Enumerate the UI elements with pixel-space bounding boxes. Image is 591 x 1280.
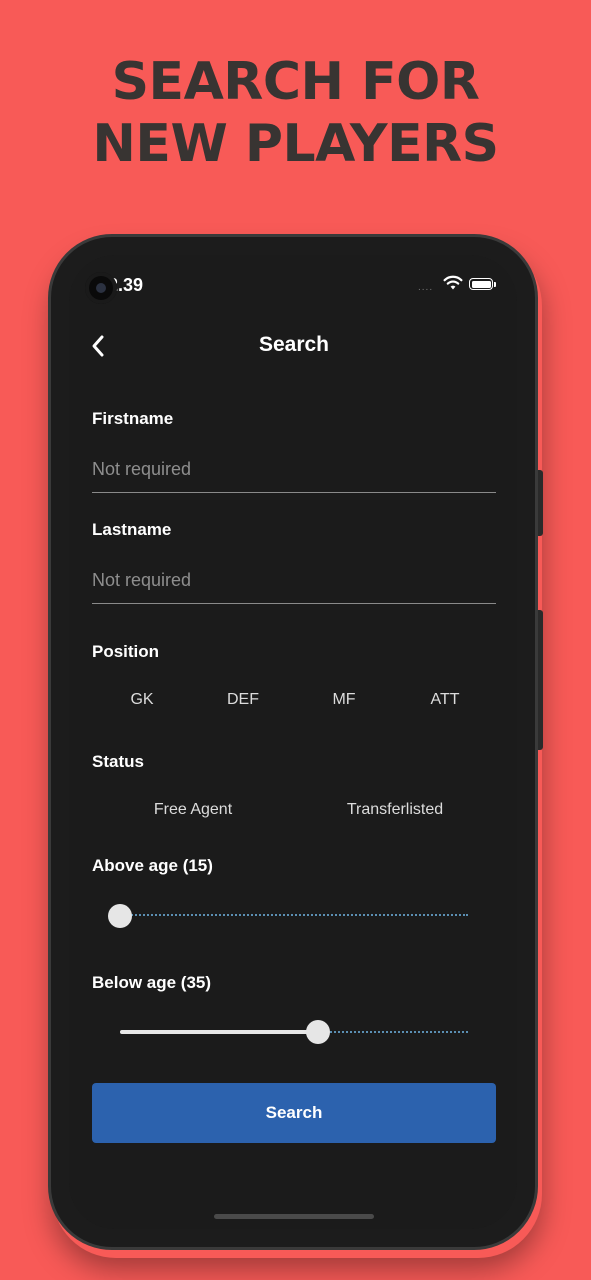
signal-dots: ....: [418, 282, 434, 293]
status-label: Status: [92, 752, 144, 771]
above-age-label: Above age (15): [92, 856, 213, 875]
firstname-label: Firstname: [92, 409, 174, 428]
position-option-mf[interactable]: MF: [314, 691, 374, 709]
below-age-fill: [120, 1030, 318, 1034]
below-age-slider[interactable]: [120, 1016, 468, 1050]
front-camera: [85, 272, 117, 304]
battery-tip: [494, 282, 496, 287]
volume-button: [538, 470, 543, 536]
below-age-label: Below age (35): [92, 973, 212, 992]
below-age-thumb[interactable]: [306, 1020, 330, 1044]
position-label: Position: [92, 642, 160, 661]
battery-icon: [469, 278, 493, 290]
status-option-transferlisted[interactable]: Transferlisted: [330, 801, 460, 819]
firstname-input[interactable]: [92, 459, 496, 493]
position-option-gk[interactable]: GK: [112, 691, 172, 709]
chevron-left-icon: [92, 335, 104, 357]
position-option-def[interactable]: DEF: [213, 691, 273, 709]
status-option-free-agent[interactable]: Free Agent: [133, 801, 253, 819]
lastname-label: Lastname: [92, 520, 172, 539]
page-title: Search: [258, 333, 330, 356]
above-age-thumb[interactable]: [108, 904, 132, 928]
above-age-track: [120, 914, 468, 916]
power-button: [538, 610, 543, 750]
above-age-slider[interactable]: [108, 899, 468, 933]
search-button[interactable]: Search: [92, 1083, 496, 1143]
back-button[interactable]: [80, 328, 116, 364]
below-age-track: [318, 1031, 468, 1033]
wifi-icon: [443, 275, 463, 296]
headline-line-2: NEW PLAYERS: [92, 114, 499, 174]
lastname-input[interactable]: [92, 570, 496, 604]
position-option-att[interactable]: ATT: [415, 691, 475, 709]
headline-line-1: SEARCH FOR: [111, 52, 480, 112]
home-indicator: [214, 1214, 374, 1219]
